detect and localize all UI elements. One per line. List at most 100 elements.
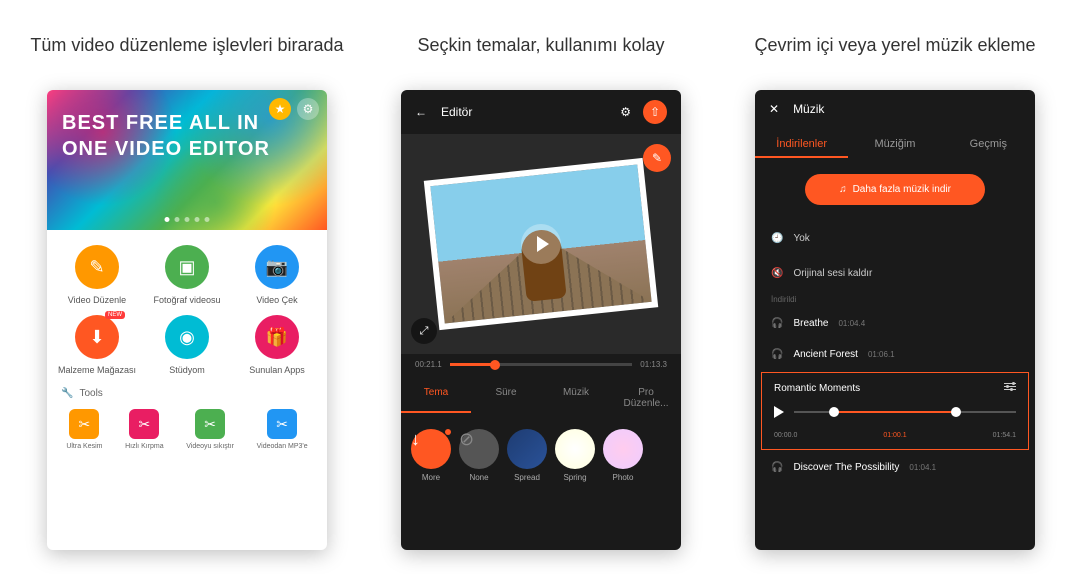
video-preview[interactable]: ✎ ⤢ — [401, 134, 681, 354]
tab-pro düzenle...[interactable]: Pro Düzenle... — [611, 383, 681, 413]
player-t1: 01:00.1 — [883, 432, 906, 439]
editor-topbar: ← Editör ⚙ ⇧ — [401, 90, 681, 134]
screen-editor: ← Editör ⚙ ⇧ ✎ ⤢ 00:21.1 01:13.3 TemaSür… — [401, 90, 681, 550]
settings-icon[interactable]: ⚙ — [620, 105, 631, 119]
tool-videodan-mp3'e[interactable]: ✂ Videodan MP3'e — [257, 409, 308, 450]
tile-malzeme-mağazası[interactable]: ⬇NEW Malzeme Mağazası — [57, 315, 137, 375]
theme-label: More — [422, 473, 440, 482]
theme-preview — [603, 429, 643, 469]
song-duration: 01:04.1 — [909, 463, 936, 472]
tile-video-düzenle[interactable]: ✎Video Düzenle — [57, 245, 137, 305]
song-name: Breathe — [793, 318, 828, 329]
headphones-icon: 🎧 — [771, 318, 783, 329]
song-item[interactable]: 🎧 Breathe 01:04.4 — [755, 308, 1035, 339]
tab-müziğim[interactable]: Müziğim — [848, 132, 941, 158]
time-end: 01:13.3 — [640, 360, 667, 369]
theme-label: Spring — [563, 473, 586, 482]
tile-label: Sunulan Apps — [249, 365, 305, 375]
download-icon: ⬇NEW — [75, 315, 119, 359]
export-icon[interactable]: ⇧ — [643, 100, 667, 124]
hero-line1: BEST FREE ALL IN — [62, 112, 259, 134]
tile-video-çek[interactable]: 📷Video Çek — [237, 245, 317, 305]
timeline[interactable]: 00:21.1 01:13.3 — [401, 354, 681, 375]
song-duration: 01:06.1 — [868, 350, 895, 359]
song-name: Ancient Forest — [793, 349, 857, 360]
tile-label: Video Düzenle — [68, 295, 126, 305]
play-icon[interactable] — [774, 406, 784, 418]
song-name: Discover The Possibility — [793, 462, 899, 473]
tools-header: 🔧Tools — [47, 380, 327, 403]
option-none[interactable]: 🕘Yok — [755, 221, 1035, 256]
tool-icon: ✂ — [129, 409, 159, 439]
tab-tema[interactable]: Tema — [401, 383, 471, 413]
equalizer-icon[interactable] — [1004, 383, 1016, 390]
tile-label: Fotoğraf videosu — [153, 295, 220, 305]
theme-none[interactable]: ⊘None — [459, 429, 499, 482]
tool-videoyu-sıkıştır[interactable]: ✂ Videoyu sıkıştır — [186, 409, 234, 450]
song-item[interactable]: 🎧Discover The Possibility01:04.1 — [755, 452, 1035, 483]
gift-icon: 🎁 — [255, 315, 299, 359]
tile-stüdyom[interactable]: ◉ Stüdyom — [147, 315, 227, 375]
screen-music: ✕ Müzik İndirilenlerMüziğimGeçmiş ♫Daha … — [755, 90, 1035, 550]
tile-label: Stüdyom — [169, 365, 205, 375]
close-icon[interactable]: ✕ — [769, 102, 779, 116]
music-title: Müzik — [793, 102, 824, 116]
tile-sunulan-apps[interactable]: 🎁 Sunulan Apps — [237, 315, 317, 375]
caption-3: Çevrim içi veya yerel müzik ekleme — [754, 20, 1035, 70]
reel-icon: ◉ — [165, 315, 209, 359]
theme-label: Spread — [514, 473, 540, 482]
tool-icon: ✂ — [195, 409, 225, 439]
theme-preview: ↓ — [411, 429, 451, 469]
tool-hızlı-kırpma[interactable]: ✂ Hızlı Kırpma — [125, 409, 164, 450]
page-dots — [165, 217, 210, 222]
theme-more[interactable]: ↓ More — [411, 429, 451, 482]
expand-icon[interactable]: ⤢ — [411, 318, 437, 344]
song-duration: 01:04.4 — [838, 319, 865, 328]
option-remove-audio[interactable]: 🔇Orijinal sesi kaldır — [755, 256, 1035, 291]
music-player: Romantic Moments 00:00.0 01:00.1 01:54.1 — [761, 372, 1029, 450]
tab-i̇ndirilenler[interactable]: İndirilenler — [755, 132, 848, 158]
theme-photo[interactable]: Photo — [603, 429, 643, 482]
caption-2: Seçkin temalar, kullanımı kolay — [417, 20, 664, 70]
clock-icon: 🕘 — [771, 233, 783, 244]
time-start: 00:21.1 — [415, 360, 442, 369]
theme-spring[interactable]: Spring — [555, 429, 595, 482]
play-icon[interactable] — [521, 224, 561, 264]
tab-müzik[interactable]: Müzik — [541, 383, 611, 413]
tool-ultra-kesim[interactable]: ✂Ultra Kesim — [66, 409, 102, 450]
promo-column-2: Seçkin temalar, kullanımı kolay ← Editör… — [381, 20, 701, 550]
editor-title: Editör — [441, 105, 472, 119]
tools-icon: 🔧 — [61, 388, 73, 399]
tab-geçmiş[interactable]: Geçmiş — [942, 132, 1035, 158]
theme-label: None — [469, 473, 488, 482]
edit-icon[interactable]: ✎ — [643, 144, 671, 172]
back-icon[interactable]: ← — [415, 105, 427, 119]
tool-label: Ultra Kesim — [66, 443, 102, 450]
music-note-icon: ♫ — [839, 184, 847, 195]
tool-label: Hızlı Kırpma — [125, 443, 164, 450]
trim-bar[interactable] — [794, 411, 1016, 413]
caption-1: Tüm video düzenleme işlevleri birarada — [30, 20, 343, 70]
screen-home: ★ ⚙ BEST FREE ALL IN ONE VIDEO EDITOR ✎V… — [47, 90, 327, 550]
tool-label: Videodan MP3'e — [257, 443, 308, 450]
song-item[interactable]: 🎧 Ancient Forest 01:06.1 — [755, 339, 1035, 370]
player-track-name: Romantic Moments — [774, 383, 1016, 394]
promo-column-1: Tüm video düzenleme işlevleri birarada ★… — [27, 20, 347, 550]
theme-preview — [555, 429, 595, 469]
headphones-icon: 🎧 — [771, 349, 783, 360]
theme-spread[interactable]: Spread — [507, 429, 547, 482]
tab-süre[interactable]: Süre — [471, 383, 541, 413]
promo-column-3: Çevrim içi veya yerel müzik ekleme ✕ Müz… — [735, 20, 1055, 550]
hero-banner[interactable]: ★ ⚙ BEST FREE ALL IN ONE VIDEO EDITOR — [47, 90, 327, 230]
camera-icon: 📷 — [255, 245, 299, 289]
tool-label: Videoyu sıkıştır — [186, 443, 234, 450]
mute-icon: 🔇 — [771, 268, 783, 279]
theme-preview — [507, 429, 547, 469]
player-t2: 01:54.1 — [993, 432, 1016, 439]
tile-fotoğraf-videosu[interactable]: ▣Fotoğraf videosu — [147, 245, 227, 305]
tile-label: Malzeme Mağazası — [58, 365, 136, 375]
download-more-button[interactable]: ♫Daha fazla müzik indir — [805, 174, 985, 205]
tool-icon: ✂ — [267, 409, 297, 439]
hero-line2: ONE VIDEO EDITOR — [62, 138, 270, 160]
downloaded-header: İndirildi — [755, 291, 1035, 308]
